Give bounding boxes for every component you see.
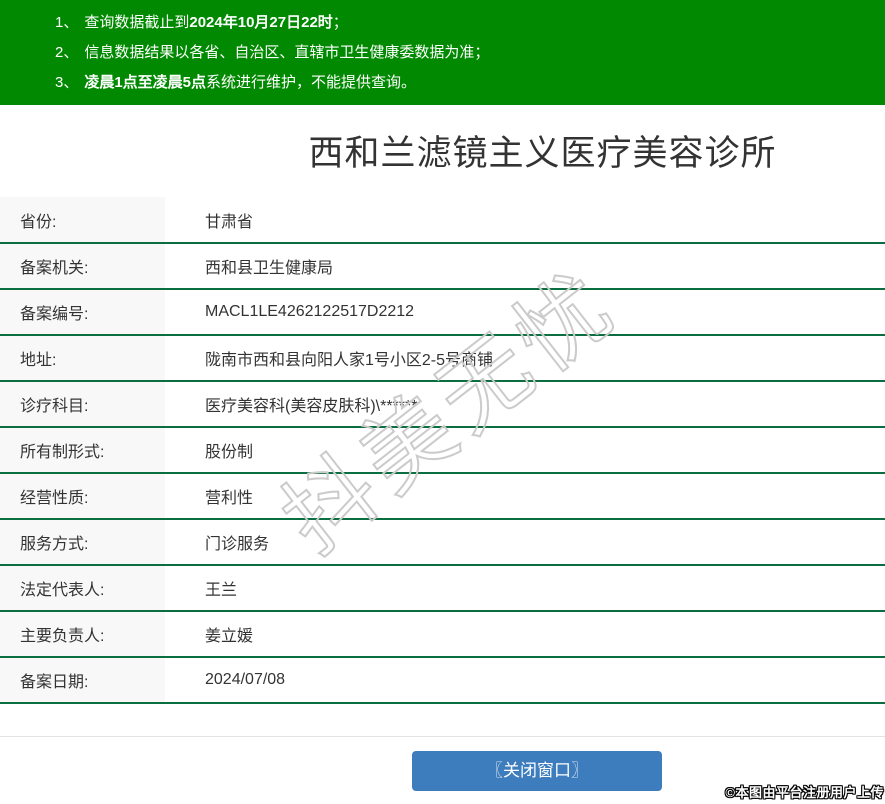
- table-row-address: 地址: 陇南市西和县向阳人家1号小区2-5号商铺: [0, 335, 885, 381]
- table-row-service-mode: 服务方式: 门诊服务: [0, 519, 885, 565]
- table-row-province: 省份: 甘肃省: [0, 197, 885, 243]
- page-title: 西和兰滤镜主义医疗美容诊所: [308, 134, 777, 173]
- notice-text-bold: 2024年10月27日22时: [189, 14, 333, 31]
- notice-text: 系统进行维护，不能提供查询。: [206, 74, 417, 91]
- field-value: 西和县卫生健康局: [205, 260, 334, 277]
- notice-line-2: 2、 信息数据结果以各省、自治区、直辖市卫生健康委数据为准；: [55, 38, 875, 68]
- notice-text: 信息数据结果以各省、自治区、直辖市卫生健康委数据为准；: [84, 44, 490, 61]
- field-label: 备案机关:: [0, 243, 165, 289]
- field-label: 备案编号:: [0, 289, 165, 335]
- table-row-filing-authority: 备案机关: 西和县卫生健康局: [0, 243, 885, 289]
- table-row-treatment-subjects: 诊疗科目: 医疗美容科(美容皮肤科)\******: [0, 381, 885, 427]
- table-row-legal-representative: 法定代表人: 王兰: [0, 565, 885, 611]
- notice-line-number: 1、: [55, 14, 79, 31]
- field-label: 备案日期:: [0, 657, 165, 703]
- field-label: 服务方式:: [0, 519, 165, 565]
- field-value: 甘肃省: [205, 213, 254, 231]
- field-value: 医疗美容科(美容皮肤科)\******: [205, 398, 418, 415]
- field-label: 省份:: [0, 197, 165, 243]
- field-label: 经营性质:: [0, 473, 165, 519]
- notice-text: ；: [332, 14, 348, 31]
- bottom-divider: [0, 736, 885, 737]
- field-label: 法定代表人:: [0, 565, 165, 611]
- field-label: 诊疗科目:: [0, 381, 165, 427]
- notice-line-number: 3、: [55, 74, 79, 91]
- field-value: 姜立媛: [205, 628, 254, 645]
- table-row-filing-date: 备案日期: 2024/07/08: [0, 657, 885, 703]
- notice-text-bold: 凌晨1点至凌晨5点: [84, 74, 207, 91]
- photo-credit-caption: ©本图由平台注册用户上传: [725, 785, 884, 800]
- registration-info-table: 省份: 甘肃省 备案机关: 西和县卫生健康局 备案编号: MACL1LE4262…: [0, 197, 885, 704]
- table-row-filing-number: 备案编号: MACL1LE4262122517D2212: [0, 289, 885, 335]
- field-value: 营利性: [205, 490, 254, 507]
- field-value: 2024/07/08: [205, 671, 286, 688]
- notice-text: 查询数据截止到: [84, 14, 190, 31]
- field-value: 门诊服务: [205, 536, 270, 553]
- notice-line-number: 2、: [55, 44, 79, 61]
- notice-banner: 1、 查询数据截止到2024年10月27日22时； 2、 信息数据结果以各省、自治区…: [0, 0, 885, 105]
- field-label: 主要负责人:: [0, 611, 165, 657]
- field-value: MACL1LE4262122517D2212: [205, 303, 415, 320]
- field-value: 陇南市西和县向阳人家1号小区2-5号商铺: [205, 352, 494, 369]
- notice-line-3: 3、 凌晨1点至凌晨5点系统进行维护，不能提供查询。: [55, 68, 875, 98]
- close-window-button[interactable]: 〖关闭窗口〗: [412, 751, 662, 791]
- field-label: 地址:: [0, 335, 165, 381]
- table-row-ownership-form: 所有制形式: 股份制: [0, 427, 885, 473]
- table-row-main-person-in-charge: 主要负责人: 姜立媛: [0, 611, 885, 657]
- field-label: 所有制形式:: [0, 427, 165, 473]
- field-value: 股份制: [205, 444, 254, 461]
- field-value: 王兰: [205, 582, 238, 599]
- notice-line-1: 1、 查询数据截止到2024年10月27日22时；: [55, 8, 875, 38]
- table-row-business-nature: 经营性质: 营利性: [0, 473, 885, 519]
